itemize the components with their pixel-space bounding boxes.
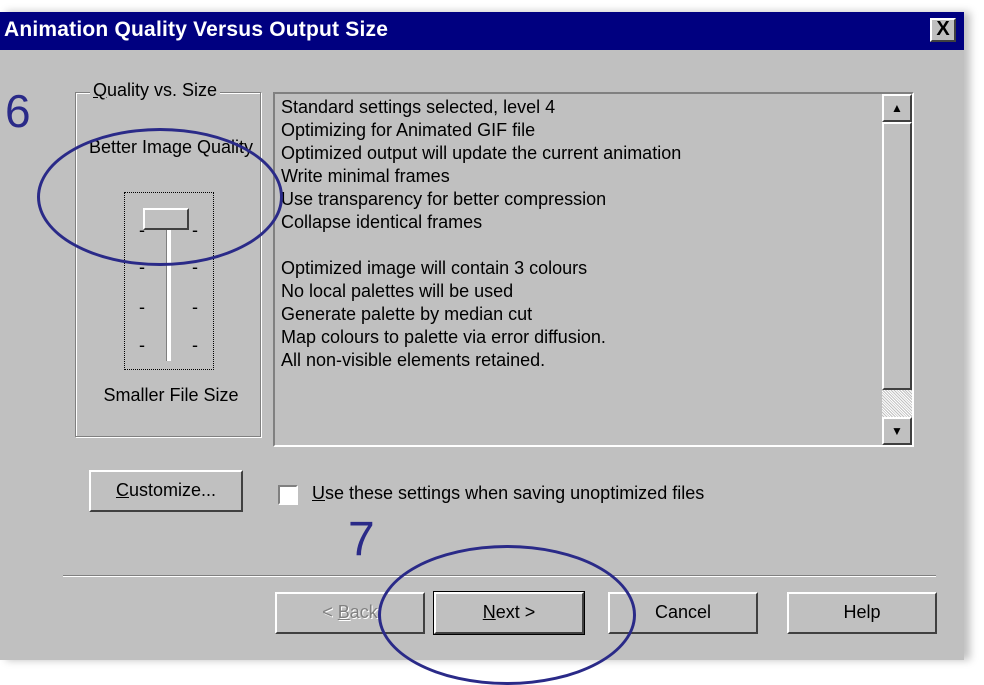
tick-mark: - — [192, 297, 198, 317]
back-rest: ack — [349, 602, 378, 622]
help-button[interactable]: Help — [787, 592, 937, 634]
summary-line: All non-visible elements retained. — [281, 350, 546, 370]
settings-summary-list[interactable]: Standard settings selected, level 4 Optim… — [273, 92, 914, 447]
summary-line: Optimized image will contain 3 colours — [281, 258, 588, 278]
step-number-6: 6 — [5, 85, 31, 137]
vertical-scrollbar[interactable]: ▲ ▼ — [882, 94, 912, 445]
window-title: Animation Quality Versus Output Size — [4, 18, 389, 41]
summary-lines: Standard settings selected, level 4 Optim… — [281, 96, 681, 372]
use-settings-checkbox[interactable] — [278, 485, 298, 505]
customize-accel: C — [115, 480, 129, 500]
scroll-down-button[interactable]: ▼ — [882, 417, 912, 445]
use-settings-rest: se these settings when saving unoptimize… — [325, 483, 705, 503]
use-settings-accel: U — [312, 483, 325, 503]
tick-mark: - — [192, 335, 198, 355]
up-arrow-icon: ▲ — [891, 101, 903, 115]
summary-line: Optimized output will update the current… — [281, 143, 682, 163]
summary-line — [281, 234, 681, 257]
step-number-7: 7 — [348, 513, 375, 566]
group-label-accel: Q — [93, 80, 108, 100]
tick-mark: - — [139, 335, 145, 355]
back-accel: B — [337, 602, 350, 622]
step-6-highlight-ellipse — [37, 128, 283, 266]
summary-line: Standard settings selected, level 4 — [281, 97, 556, 117]
summary-line: No local palettes will be used — [281, 281, 514, 301]
summary-line: Write minimal frames — [281, 166, 450, 186]
summary-line: Use transparency for better compression — [281, 189, 607, 209]
title-bar: Animation Quality Versus Output Size X — [0, 12, 964, 50]
step-7-highlight-ellipse — [378, 545, 636, 685]
use-settings-label[interactable]: Use these settings when saving unoptimiz… — [312, 483, 704, 504]
down-arrow-icon: ▼ — [891, 424, 903, 438]
scroll-track[interactable] — [882, 390, 912, 417]
customize-button[interactable]: Customize... — [89, 470, 243, 512]
close-button[interactable]: X — [930, 18, 956, 42]
summary-line: Map colours to palette via error diffusi… — [281, 327, 606, 347]
customize-rest: ustomize... — [128, 480, 217, 500]
scroll-up-button[interactable]: ▲ — [882, 94, 912, 122]
summary-line: Optimizing for Animated GIF file — [281, 120, 536, 140]
tick-mark: - — [139, 297, 145, 317]
smaller-size-label: Smaller File Size — [103, 385, 239, 405]
back-prefix: < — [322, 602, 338, 622]
scroll-thumb[interactable] — [882, 122, 912, 390]
group-label: Quality vs. Size — [90, 80, 221, 101]
group-label-rest: uality vs. Size — [107, 80, 218, 100]
summary-line: Collapse identical frames — [281, 212, 483, 232]
summary-line: Generate palette by median cut — [281, 304, 533, 324]
